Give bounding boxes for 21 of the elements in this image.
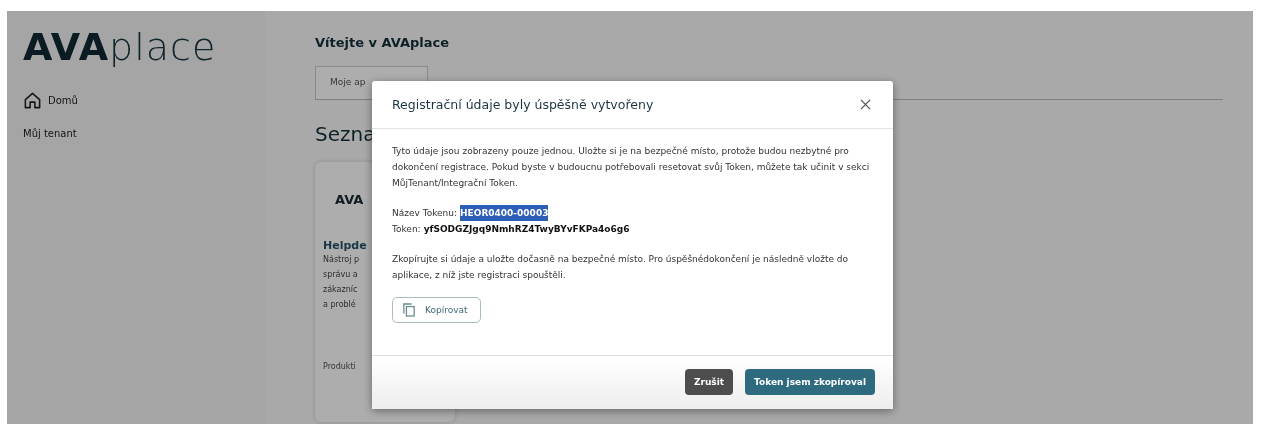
copy-icon	[403, 303, 415, 317]
card-footer: Produkti	[323, 362, 356, 371]
close-icon[interactable]	[860, 99, 871, 110]
dialog-button[interactable]: Token jsem zkopíroval	[745, 369, 875, 395]
card-description: Nástroj p správu a zákazníc a problé	[323, 254, 360, 311]
field-value: yfSODGZJgq9NmhRZ4TwyBYvFKPa4o6g6	[423, 223, 630, 236]
nav-item[interactable]: Domů	[23, 91, 265, 110]
card-logo: AVA	[335, 192, 364, 207]
dialog-text: Tyto údaje jsou zobrazeny pouze jednou. Uložte si je na bezpečné místo, protože budou nezbytné pro dokončení registrace. Pokud byste v budoucnu potřebovali resetovat svůj Token, můžete tak učinit v sekci MůjTenant/Integrační Token.	[392, 145, 871, 190]
copy-button[interactable]: Kopírovat	[392, 297, 481, 323]
page-title: Vítejte v AVAplace	[315, 35, 451, 50]
field-label: Token:	[392, 223, 421, 236]
home-icon	[23, 91, 42, 110]
logo: AVAplace	[23, 25, 218, 69]
card-title: Helpde	[323, 239, 367, 252]
dialog-text: Zkopírujte si údaje a uložte dočasně na bezpečné místo. Pro úspěšnédokončení je následně vložte do aplikace, z níž jste registraci spouštěli.	[392, 253, 850, 282]
dialog-button[interactable]: Zrušit	[684, 369, 734, 395]
dialog-title: Registrační údaje byly úspěšně vytvořeny	[392, 97, 654, 112]
field-value: HEOR0400-00003	[460, 205, 549, 221]
field-label: Název Tokenu:	[392, 207, 458, 220]
nav-item[interactable]: Můj tenant	[23, 128, 265, 139]
